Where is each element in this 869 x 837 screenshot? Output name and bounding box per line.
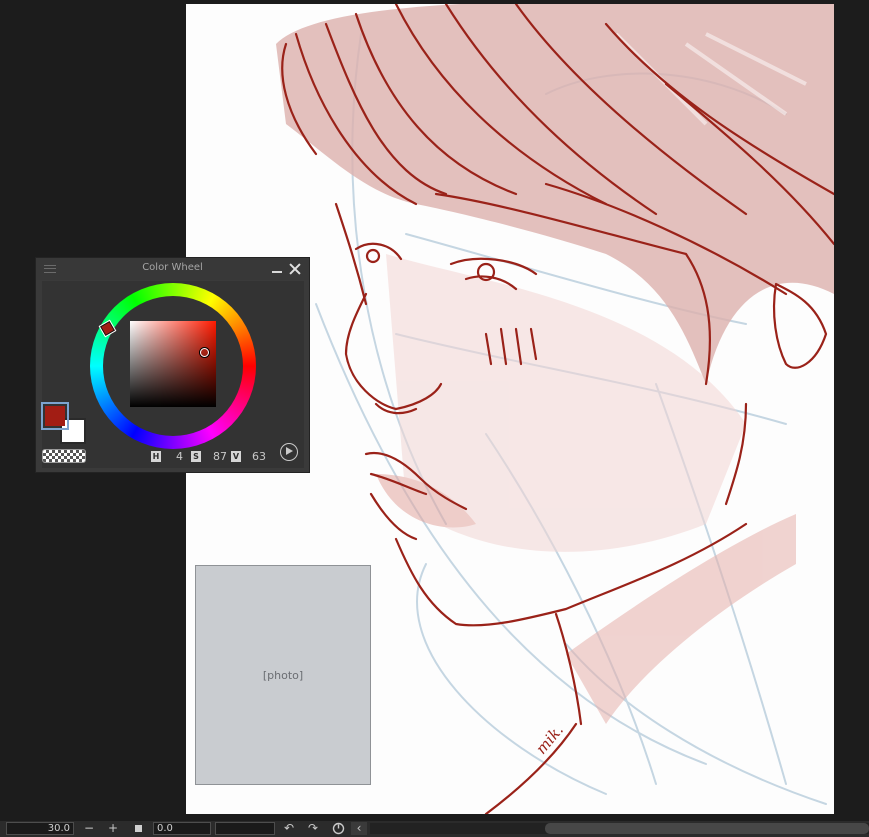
panel-title: Color Wheel [142,262,203,273]
rotation-slider[interactable] [215,822,275,835]
rotation-value: 0.0 [157,823,173,834]
zoom-value: 30.0 [47,823,70,834]
scrollbar-thumb[interactable] [545,823,869,834]
zoom-field[interactable]: 30.0 [6,822,74,835]
zoom-out-button[interactable]: − [81,822,97,835]
value-label: V [231,451,241,462]
main-color-fill [45,406,65,426]
hue-value[interactable]: 4 [161,450,183,463]
collapse-icon[interactable]: ‹ [351,822,367,835]
rotate-right-icon[interactable]: ↷ [305,822,321,835]
saturation-label: S [191,451,201,462]
sv-picker-handle[interactable] [200,348,210,358]
close-icon[interactable] [288,262,302,276]
value-value[interactable]: 63 [244,450,266,463]
horizontal-scrollbar[interactable] [370,823,869,834]
reference-photo: [photo] [195,565,371,785]
status-bar: 30.0 − + 0.0 ↶ ↷ ‹ [0,821,869,837]
saturation-value-square[interactable] [130,321,216,407]
reset-rotation-icon[interactable] [330,822,346,835]
minimize-icon[interactable] [271,262,283,274]
photo-placeholder-label: [photo] [262,668,304,682]
skin-shading [376,254,796,724]
rotate-left-icon[interactable]: ↶ [281,822,297,835]
rotation-field[interactable]: 0.0 [153,822,211,835]
fit-view-icon[interactable] [135,825,142,832]
saturation-value[interactable]: 87 [205,450,227,463]
play-icon[interactable] [280,443,298,461]
main-color-swatch[interactable] [41,402,69,430]
hue-label: H [151,451,161,462]
color-wheel-titlebar[interactable]: Color Wheel [36,258,309,280]
artist-signature: mik. [532,721,567,758]
transparent-color-swatch[interactable] [42,449,86,463]
zoom-in-button[interactable]: + [105,822,121,835]
